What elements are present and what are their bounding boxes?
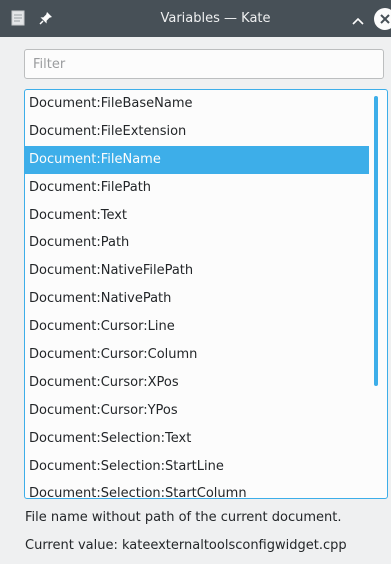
list-item[interactable]: Document:Path [25,229,369,257]
close-icon [380,14,390,24]
variables-list-items: Document:FileBaseName Document:FileExtens… [25,90,369,498]
list-item[interactable]: Document:Cursor:Column [25,341,369,369]
title-bar[interactable]: Variables — Kate [0,0,391,37]
list-item[interactable]: Document:FileBaseName [25,90,369,118]
list-item[interactable]: Document:Selection:StartLine [25,453,369,481]
variables-list[interactable]: Document:FileBaseName Document:FileExtens… [24,89,388,499]
scrollbar[interactable] [374,96,378,386]
list-item[interactable]: Document:Selection:Text [25,425,369,453]
variable-description: File name without path of the current do… [25,510,342,525]
list-item[interactable]: Document:FileExtension [25,118,369,146]
pin-icon[interactable] [38,10,54,26]
list-item[interactable]: Document:Cursor:YPos [25,397,369,425]
list-item[interactable]: Document:Selection:StartColumn [25,480,369,498]
chevron-up-icon[interactable] [351,12,365,25]
list-item[interactable]: Document:FilePath [25,174,369,202]
list-item[interactable]: Document:FileName [25,145,369,174]
close-button[interactable] [374,8,391,30]
document-icon [11,10,25,26]
list-item[interactable]: Document:NativeFilePath [25,257,369,285]
variable-current-value: Current value: kateexternaltoolsconfigwi… [25,538,347,553]
filter-input[interactable] [24,49,384,79]
list-item[interactable]: Document:NativePath [25,285,369,313]
list-item[interactable]: Document:Text [25,202,369,230]
list-item[interactable]: Document:Cursor:Line [25,313,369,341]
list-item[interactable]: Document:Cursor:XPos [25,369,369,397]
window-title: Variables — Kate [160,11,271,26]
